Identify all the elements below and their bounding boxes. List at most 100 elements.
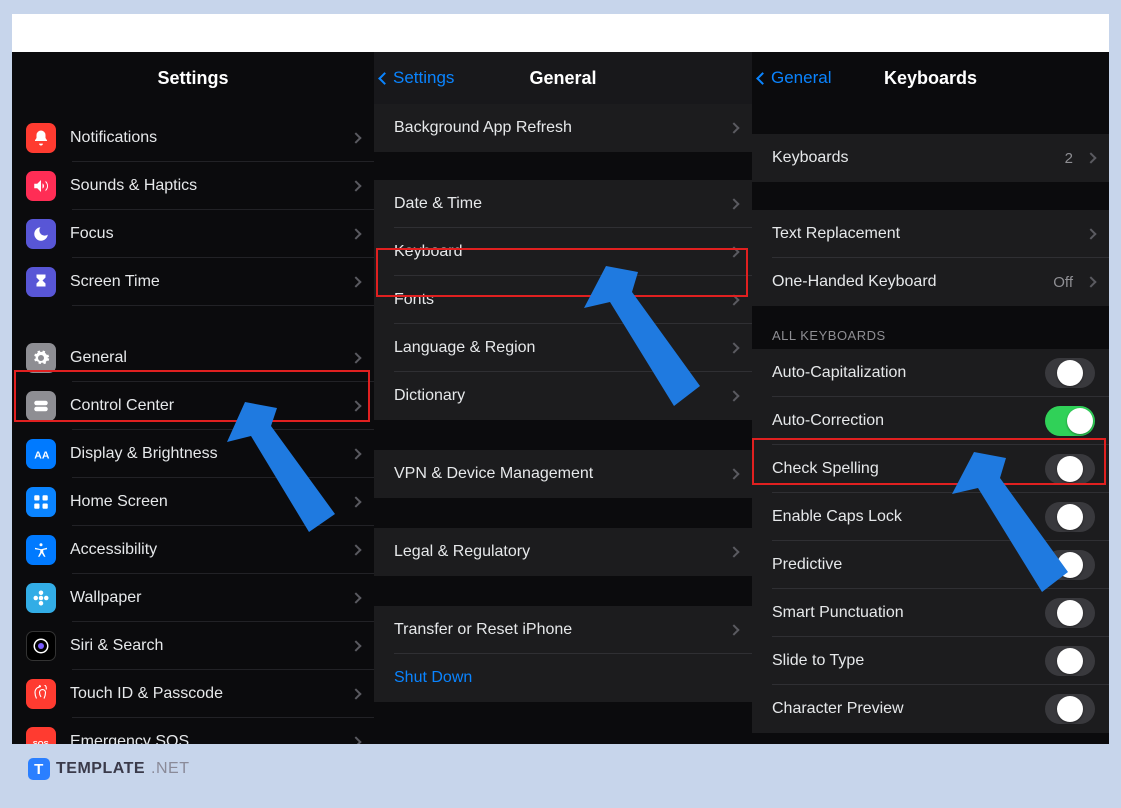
hourglass-icon: [26, 267, 56, 297]
accessibility-icon: [26, 535, 56, 565]
row-label: Language & Region: [394, 339, 722, 357]
settings-row-screen-time[interactable]: Screen Time: [12, 258, 374, 306]
toggle-label: Smart Punctuation: [772, 604, 1045, 622]
chevron-right-icon: [728, 624, 739, 635]
row-fonts[interactable]: Fonts: [374, 276, 752, 324]
settings-group-1: Notifications Sounds & Haptics FocusScreen…: [12, 114, 374, 306]
toggle-knob: [1057, 648, 1083, 674]
settings-group-2: General Control Center AADisplay & Brightn…: [12, 334, 374, 744]
row-keyboards[interactable]: Keyboards2: [752, 134, 1109, 182]
back-to-settings[interactable]: Settings: [380, 68, 454, 88]
chevron-right-icon: [350, 496, 361, 507]
general-group-3: VPN & Device Management: [374, 450, 752, 498]
toggle-knob: [1057, 552, 1083, 578]
chevron-right-icon: [350, 180, 361, 191]
settings-row-accessibility[interactable]: Accessibility: [12, 526, 374, 574]
keyboards-group-2: Text ReplacementOne-Handed KeyboardOff: [752, 210, 1109, 306]
chevron-right-icon: [728, 342, 739, 353]
row-label: Dictionary: [394, 387, 722, 405]
toggle-row-auto-capitalization: Auto-Capitalization: [752, 349, 1109, 397]
toggle-switch[interactable]: [1045, 502, 1095, 532]
row-label: VPN & Device Management: [394, 465, 722, 483]
row-transfer-or-reset-iphone[interactable]: Transfer or Reset iPhone: [374, 606, 752, 654]
row-shut-down[interactable]: Shut Down: [374, 654, 752, 702]
keyboards-group-1: Keyboards2: [752, 134, 1109, 182]
settings-row-wallpaper[interactable]: Wallpaper: [12, 574, 374, 622]
row-label: Control Center: [70, 397, 344, 415]
general-panel: Settings General Background App Refresh …: [374, 52, 752, 744]
toggle-switch[interactable]: [1045, 454, 1095, 484]
row-label: Home Screen: [70, 493, 344, 511]
chevron-left-icon: [756, 72, 769, 85]
row-label: Sounds & Haptics: [70, 177, 344, 195]
toggle-label: Slide to Type: [772, 652, 1045, 670]
template-logo-icon: T: [28, 758, 50, 780]
settings-row-display-brightness[interactable]: AADisplay & Brightness: [12, 430, 374, 478]
toggle-switch[interactable]: [1045, 598, 1095, 628]
toggle-switch[interactable]: [1045, 694, 1095, 724]
chevron-right-icon: [728, 198, 739, 209]
chevron-right-icon: [728, 468, 739, 479]
bell-icon: [26, 123, 56, 153]
toggle-knob: [1057, 696, 1083, 722]
settings-row-emergency-sos[interactable]: SOSEmergency SOS: [12, 718, 374, 744]
back-to-general[interactable]: General: [758, 68, 831, 88]
chevron-right-icon: [350, 132, 361, 143]
row-legal-regulatory[interactable]: Legal & Regulatory: [374, 528, 752, 576]
keyboard-toggles: Auto-CapitalizationAuto-CorrectionCheck …: [752, 349, 1109, 733]
chevron-right-icon: [350, 688, 361, 699]
row-one-handed-keyboard[interactable]: One-Handed KeyboardOff: [752, 258, 1109, 306]
row-vpn-device-management[interactable]: VPN & Device Management: [374, 450, 752, 498]
row-date-time[interactable]: Date & Time: [374, 180, 752, 228]
settings-row-home-screen[interactable]: Home Screen: [12, 478, 374, 526]
row-label: Background App Refresh: [394, 119, 722, 137]
toggle-knob: [1057, 504, 1083, 530]
row-background-app-refresh[interactable]: Background App Refresh: [374, 104, 752, 152]
toggle-row-predictive: Predictive: [752, 541, 1109, 589]
settings-row-control-center[interactable]: Control Center: [12, 382, 374, 430]
row-label: Fonts: [394, 291, 722, 309]
toggle-row-auto-correction: Auto-Correction: [752, 397, 1109, 445]
row-label: Touch ID & Passcode: [70, 685, 344, 703]
row-label: Transfer or Reset iPhone: [394, 621, 722, 639]
flower-icon: [26, 583, 56, 613]
settings-row-notifications[interactable]: Notifications: [12, 114, 374, 162]
aa-icon: AA: [26, 439, 56, 469]
watermark: T TEMPLATE.NET: [28, 758, 189, 780]
toggle-label: Character Preview: [772, 700, 1045, 718]
row-label: Notifications: [70, 129, 344, 147]
panel-title: Settings: [12, 52, 374, 104]
keyboards-panel: General Keyboards Keyboards2 Text Replac…: [752, 52, 1109, 744]
grid-icon: [26, 487, 56, 517]
back-label: Settings: [393, 68, 454, 88]
toggle-switch[interactable]: [1045, 358, 1095, 388]
settings-row-touch-id-passcode[interactable]: Touch ID & Passcode: [12, 670, 374, 718]
toggle-label: Predictive: [772, 556, 1045, 574]
chevron-right-icon: [1085, 276, 1096, 287]
chevron-right-icon: [350, 276, 361, 287]
chevron-right-icon: [1085, 152, 1096, 163]
row-language-region[interactable]: Language & Region: [374, 324, 752, 372]
chevron-right-icon: [350, 640, 361, 651]
toggle-switch[interactable]: [1045, 406, 1095, 436]
settings-row-focus[interactable]: Focus: [12, 210, 374, 258]
row-label: Keyboards: [772, 149, 1065, 167]
toggle-row-smart-punctuation: Smart Punctuation: [752, 589, 1109, 637]
keyboards-title: Keyboards: [884, 68, 977, 89]
fingerprint-icon: [26, 679, 56, 709]
chevron-right-icon: [728, 294, 739, 305]
toggle-switch[interactable]: [1045, 550, 1095, 580]
general-group-1: Background App Refresh: [374, 104, 752, 152]
toggle-row-character-preview: Character Preview: [752, 685, 1109, 733]
toggle-row-enable-caps-lock: Enable Caps Lock: [752, 493, 1109, 541]
settings-row-sounds-haptics[interactable]: Sounds & Haptics: [12, 162, 374, 210]
row-dictionary[interactable]: Dictionary: [374, 372, 752, 420]
row-text-replacement[interactable]: Text Replacement: [752, 210, 1109, 258]
sos-icon: SOS: [26, 727, 56, 744]
settings-title: Settings: [157, 68, 228, 89]
row-keyboard[interactable]: Keyboard: [374, 228, 752, 276]
settings-row-siri-search[interactable]: Siri & Search: [12, 622, 374, 670]
siri-icon: [26, 631, 56, 661]
settings-row-general[interactable]: General: [12, 334, 374, 382]
toggle-switch[interactable]: [1045, 646, 1095, 676]
